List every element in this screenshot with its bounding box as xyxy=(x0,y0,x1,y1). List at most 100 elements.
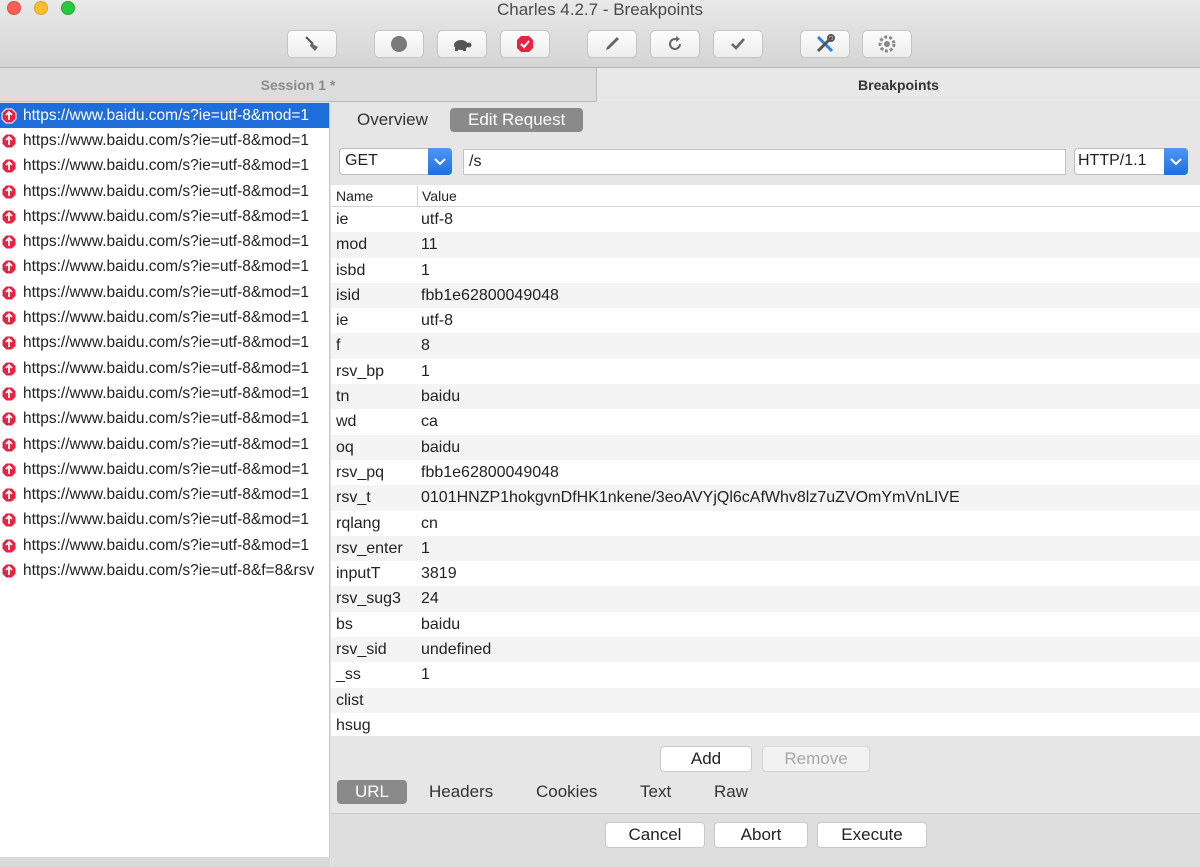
param-name[interactable]: hsug xyxy=(336,717,371,735)
param-name[interactable]: ie xyxy=(336,211,348,229)
subtab-url[interactable]: URL xyxy=(337,780,407,804)
table-row[interactable]: rsv_pq fbb1e62800049048 xyxy=(331,460,1200,485)
param-name[interactable]: rsv_bp xyxy=(336,363,384,381)
record-button[interactable] xyxy=(374,30,424,58)
param-value[interactable]: 1 xyxy=(421,540,430,558)
table-row[interactable]: _ss 1 xyxy=(331,662,1200,687)
table-row[interactable]: rsv_t 0101HNZP1hokgvnDfHK1nkene/3eoAVYjQl… xyxy=(331,485,1200,511)
tools-button[interactable] xyxy=(800,30,850,58)
list-item[interactable]: https://www.baidu.com/s?ie=utf-8&mod=1 xyxy=(0,154,329,179)
subtab-text[interactable]: Text xyxy=(622,780,689,804)
execute-button[interactable]: Execute xyxy=(817,822,927,848)
table-row[interactable]: inputT 3819 xyxy=(331,561,1200,586)
validate-button[interactable] xyxy=(713,30,763,58)
list-item[interactable]: https://www.baidu.com/s?ie=utf-8&mod=1 xyxy=(0,508,329,533)
param-value[interactable]: undefined xyxy=(421,641,491,659)
list-item[interactable]: https://www.baidu.com/s?ie=utf-8&mod=1 xyxy=(0,128,329,153)
protocol-select[interactable]: HTTP/1.1 xyxy=(1074,148,1188,175)
subtab-headers[interactable]: Headers xyxy=(411,780,511,804)
tab-session[interactable]: Session 1 * xyxy=(0,68,597,102)
list-item[interactable]: https://www.baidu.com/s?ie=utf-8&mod=1 xyxy=(0,381,329,406)
list-item[interactable]: https://www.baidu.com/s?ie=utf-8&mod=1 xyxy=(0,331,329,356)
path-input[interactable]: /s xyxy=(463,149,1066,175)
param-value[interactable]: fbb1e62800049048 xyxy=(421,287,559,305)
table-row[interactable]: rsv_enter 1 xyxy=(331,535,1200,562)
list-item[interactable]: https://www.baidu.com/s?ie=utf-8&mod=1 xyxy=(0,432,329,457)
param-name[interactable]: f xyxy=(336,337,340,355)
param-name[interactable]: ie xyxy=(336,312,348,330)
param-name[interactable]: rsv_t xyxy=(336,489,371,507)
list-item[interactable]: https://www.baidu.com/s?ie=utf-8&mod=1 xyxy=(0,103,329,129)
param-value[interactable]: baidu xyxy=(421,439,460,457)
param-value[interactable]: 1 xyxy=(421,262,430,280)
list-item[interactable]: https://www.baidu.com/s?ie=utf-8&mod=1 xyxy=(0,229,329,254)
list-item[interactable]: https://www.baidu.com/s?ie=utf-8&mod=1 xyxy=(0,305,329,330)
list-item[interactable]: https://www.baidu.com/s?ie=utf-8&mod=1 xyxy=(0,457,329,482)
param-name[interactable]: oq xyxy=(336,439,354,457)
param-name[interactable]: tn xyxy=(336,388,349,406)
table-row[interactable]: rsv_sug3 24 xyxy=(331,586,1200,612)
table-row[interactable]: hsug xyxy=(331,713,1200,736)
param-value[interactable]: 0101HNZP1hokgvnDfHK1nkene/3eoAVYjQl6cAfW… xyxy=(421,489,960,507)
param-value[interactable]: 1 xyxy=(421,666,430,684)
param-name[interactable]: rsv_sid xyxy=(336,641,387,659)
subtab-raw[interactable]: Raw xyxy=(696,780,766,804)
table-row[interactable]: rsv_sid undefined xyxy=(331,637,1200,663)
list-item[interactable]: https://www.baidu.com/s?ie=utf-8&mod=1 xyxy=(0,482,329,507)
table-row[interactable]: ie utf-8 xyxy=(331,308,1200,333)
param-value[interactable]: 1 xyxy=(421,363,430,381)
chevron-down-icon[interactable] xyxy=(428,148,452,175)
param-value[interactable]: baidu xyxy=(421,616,460,634)
table-row[interactable]: oq baidu xyxy=(331,434,1200,460)
table-row[interactable]: bs baidu xyxy=(331,612,1200,637)
clear-session-button[interactable] xyxy=(287,30,337,58)
settings-button[interactable] xyxy=(862,30,912,58)
abort-button[interactable]: Abort xyxy=(714,822,808,848)
param-value[interactable]: 8 xyxy=(421,337,430,355)
method-select[interactable]: GET xyxy=(339,148,452,175)
param-value[interactable]: utf-8 xyxy=(421,211,453,229)
table-row[interactable]: rsv_bp 1 xyxy=(331,359,1200,384)
tab-overview[interactable]: Overview xyxy=(339,108,446,132)
table-row[interactable]: mod 11 xyxy=(331,232,1200,258)
param-name[interactable]: _ss xyxy=(336,666,361,684)
list-item[interactable]: https://www.baidu.com/s?ie=utf-8&mod=1 xyxy=(0,533,329,558)
list-item[interactable]: https://www.baidu.com/s?ie=utf-8&mod=1 xyxy=(0,280,329,305)
subtab-cookies[interactable]: Cookies xyxy=(518,780,615,804)
list-item[interactable]: https://www.baidu.com/s?ie=utf-8&f=8&rsv xyxy=(0,558,329,583)
param-value[interactable]: utf-8 xyxy=(421,312,453,330)
param-value[interactable]: baidu xyxy=(421,388,460,406)
param-name[interactable]: clist xyxy=(336,692,364,710)
list-item[interactable]: https://www.baidu.com/s?ie=utf-8&mod=1 xyxy=(0,255,329,280)
param-name[interactable]: mod xyxy=(336,236,367,254)
column-header-name[interactable]: Name xyxy=(336,185,373,207)
param-value[interactable]: cn xyxy=(421,515,438,533)
tab-breakpoints[interactable]: Breakpoints xyxy=(597,68,1200,102)
param-name[interactable]: isbd xyxy=(336,262,365,280)
param-name[interactable]: isid xyxy=(336,287,360,305)
list-item[interactable]: https://www.baidu.com/s?ie=utf-8&mod=1 xyxy=(0,356,329,381)
param-value[interactable]: 3819 xyxy=(421,565,457,583)
table-row[interactable]: tn baidu xyxy=(331,384,1200,410)
param-name[interactable]: inputT xyxy=(336,565,380,583)
request-list[interactable]: https://www.baidu.com/s?ie=utf-8&mod=1 ht… xyxy=(0,103,330,857)
table-row[interactable]: rqlang cn xyxy=(331,511,1200,536)
param-value[interactable]: fbb1e62800049048 xyxy=(421,464,559,482)
table-row[interactable]: isbd 1 xyxy=(331,258,1200,283)
add-param-button[interactable]: Add xyxy=(660,746,752,772)
repeat-button[interactable] xyxy=(650,30,700,58)
param-name[interactable]: bs xyxy=(336,616,353,634)
table-row[interactable]: ie utf-8 xyxy=(331,207,1200,232)
table-row[interactable]: wd ca xyxy=(331,409,1200,434)
param-value[interactable]: ca xyxy=(421,413,438,431)
param-name[interactable]: rsv_enter xyxy=(336,540,403,558)
compose-button[interactable] xyxy=(587,30,637,58)
param-value[interactable]: 24 xyxy=(421,590,439,608)
param-name[interactable]: rqlang xyxy=(336,515,380,533)
table-row[interactable]: f8 xyxy=(331,333,1200,359)
cancel-button[interactable]: Cancel xyxy=(605,822,705,848)
list-item[interactable]: https://www.baidu.com/s?ie=utf-8&mod=1 xyxy=(0,407,329,432)
param-name[interactable]: rsv_sug3 xyxy=(336,590,401,608)
param-name[interactable]: rsv_pq xyxy=(336,464,384,482)
breakpoints-toggle-button[interactable] xyxy=(500,30,550,58)
